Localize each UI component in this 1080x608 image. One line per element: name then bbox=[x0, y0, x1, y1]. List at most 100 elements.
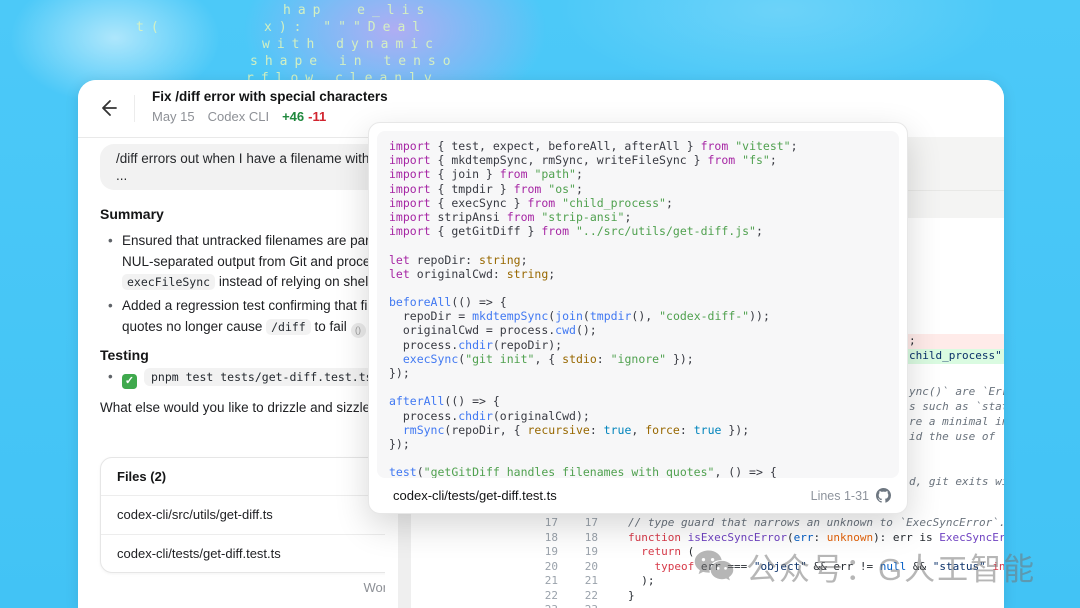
file-path: codex-cli/src/utils/get-diff.ts bbox=[117, 496, 273, 534]
task-meta: May 15 Codex CLI +46 -11 bbox=[152, 109, 326, 124]
screen: { "colors":{"page_blue":"#45c7f7","add_g… bbox=[0, 0, 1080, 608]
code-line: }); bbox=[389, 366, 887, 380]
check-passed-icon: ✓ bbox=[122, 374, 137, 389]
code-line: import { execSync } from "child_process"… bbox=[389, 196, 887, 210]
diff-row: 2323 bbox=[385, 603, 1004, 608]
code-line: rmSync(repoDir, { recursive: true, force… bbox=[389, 423, 887, 437]
file-path: codex-cli/tests/get-diff.test.ts bbox=[117, 535, 281, 573]
diff-panel-subheader-box bbox=[906, 190, 1004, 218]
diff-sliver-line: ync()` are `Err bbox=[906, 385, 1004, 400]
old-line-number: 19 bbox=[520, 545, 558, 560]
summary-text: quotes no longer cause bbox=[122, 319, 266, 334]
banner-code-text: t( bbox=[136, 20, 166, 35]
code-line: process.chdir(repoDir); bbox=[389, 338, 887, 352]
summary-line: execFileSync instead of relying on shell… bbox=[122, 273, 382, 291]
inline-code-chip: /diff bbox=[266, 319, 311, 335]
code-line: repoDir = mkdtempSync(join(tmpdir(), "co… bbox=[389, 309, 887, 323]
diff-sliver-line: s such as `stat bbox=[906, 400, 1004, 415]
code-reference-chip[interactable]: () bbox=[351, 323, 366, 338]
code-line: let originalCwd: string; bbox=[389, 267, 887, 281]
code-line: let repoDir: string; bbox=[389, 253, 887, 267]
back-arrow-icon bbox=[97, 96, 121, 120]
diff-code bbox=[628, 603, 635, 608]
summary-line: •Added a regression test confirming that… bbox=[108, 297, 378, 314]
old-line-number: 17 bbox=[520, 516, 558, 531]
code-line: }); bbox=[389, 437, 887, 451]
deletions-count: -11 bbox=[308, 109, 326, 124]
diff-sliver-line: child_process"; bbox=[906, 349, 1004, 364]
bullet-dot: • bbox=[108, 297, 122, 314]
code-line: import { join } from "path"; bbox=[389, 167, 887, 181]
prompt-ellipsis: ... bbox=[116, 168, 384, 185]
code-preview-block[interactable]: import { test, expect, beforeAll, afterA… bbox=[377, 131, 899, 478]
code-line: process.chdir(originalCwd); bbox=[389, 409, 887, 423]
user-prompt-box[interactable]: /diff errors out when I have a filename … bbox=[100, 144, 400, 190]
code-line: import { getGitDiff } from "../src/utils… bbox=[389, 224, 887, 238]
summary-heading: Summary bbox=[100, 206, 164, 222]
banner-code-text: x): """Deal bbox=[264, 20, 427, 35]
banner-code-text: hap e_lis bbox=[283, 3, 431, 18]
old-line-number: 21 bbox=[520, 574, 558, 589]
new-line-number: 21 bbox=[560, 574, 598, 589]
diff-row: 2222} bbox=[385, 589, 1004, 604]
new-line-number: 18 bbox=[560, 531, 598, 546]
additions-count: +46 bbox=[282, 109, 304, 124]
code-line: afterAll(() => { bbox=[389, 394, 887, 408]
popup-footer: codex-cli/tests/get-diff.test.ts Lines 1… bbox=[369, 478, 907, 513]
summary-line: •Ensured that untracked filenames are pa… bbox=[108, 232, 384, 249]
hero-banner: hap e_lis t( x): """Deal with dynamic shape … bbox=[0, 0, 1080, 90]
banner-code-text: shape in tenso bbox=[250, 54, 458, 69]
code-line: import { test, expect, beforeAll, afterA… bbox=[389, 139, 887, 153]
code-line bbox=[389, 281, 887, 295]
new-line-number: 20 bbox=[560, 560, 598, 575]
code-line: import { mkdtempSync, rmSync, writeFileS… bbox=[389, 153, 887, 167]
diff-row: 1717// type guard that narrows an unknow… bbox=[385, 516, 1004, 531]
diff-code: return ( bbox=[628, 545, 694, 560]
code-line: test("getGitDiff handles filenames with … bbox=[389, 465, 887, 478]
summary-text: instead of relying on shell q bbox=[215, 274, 382, 289]
new-line-number: 23 bbox=[560, 603, 598, 608]
summary-line: •✓pnpm test tests/get-diff.test.ts › bbox=[108, 368, 398, 389]
banner-code-text: with dynamic bbox=[262, 37, 440, 52]
code-line: import { tmpdir } from "os"; bbox=[389, 182, 887, 196]
summary-text: NUL-separated output from Git and proces bbox=[122, 254, 377, 269]
old-line-number: 22 bbox=[520, 589, 558, 604]
old-line-number: 20 bbox=[520, 560, 558, 575]
page-title: Fix /diff error with special characters bbox=[152, 89, 388, 104]
code-line: originalCwd = process.cwd(); bbox=[389, 323, 887, 337]
summary-text: Added a regression test confirming that … bbox=[122, 298, 378, 313]
diff-code: function isExecSyncError(err: unknown): … bbox=[628, 531, 1004, 546]
code-line bbox=[389, 380, 887, 394]
code-line bbox=[389, 238, 887, 252]
diff-code: } bbox=[628, 589, 635, 604]
new-line-number: 22 bbox=[560, 589, 598, 604]
prompt-text: /diff errors out when I have a filename … bbox=[116, 151, 384, 168]
summary-text: Ensured that untracked filenames are par… bbox=[122, 233, 384, 248]
task-app: Codex CLI bbox=[208, 109, 269, 124]
summary-line: quotes no longer cause /diff to fail () bbox=[122, 318, 366, 338]
diff-panel-header-box bbox=[906, 137, 1004, 190]
code-line: import stripAnsi from "strip-ansi"; bbox=[389, 210, 887, 224]
diff-row: 1818 function isExecSyncError(err: unknow… bbox=[385, 531, 1004, 546]
summary-line: NUL-separated output from Git and proces bbox=[122, 253, 377, 270]
inline-code-chip: execFileSync bbox=[122, 274, 215, 290]
bullet-dot: • bbox=[108, 368, 122, 385]
popup-line-range: Lines 1-31 bbox=[811, 488, 891, 503]
diff-code: typeof err === "object" && err != null &… bbox=[628, 560, 1004, 575]
test-command-pill[interactable]: pnpm test tests/get-diff.test.ts bbox=[144, 368, 380, 386]
github-icon bbox=[876, 488, 891, 503]
back-button[interactable] bbox=[97, 96, 121, 120]
diff-sliver-line: ; bbox=[906, 334, 1004, 349]
task-date: May 15 bbox=[152, 109, 195, 124]
diff-row: 1919 return ( bbox=[385, 545, 1004, 560]
code-line bbox=[389, 451, 887, 465]
diff-row: 2121 ); bbox=[385, 574, 1004, 589]
code-line: beforeAll(() => { bbox=[389, 295, 887, 309]
code-preview-popup: import { test, expect, beforeAll, afterA… bbox=[368, 122, 908, 514]
diff-sliver-line: re a minimal in bbox=[906, 415, 1004, 430]
diff-row: 2020 typeof err === "object" && err != n… bbox=[385, 560, 1004, 575]
old-line-number: 23 bbox=[520, 603, 558, 608]
old-line-number: 18 bbox=[520, 531, 558, 546]
diff-sliver-line: d, git exits wi bbox=[906, 475, 1004, 490]
popup-file-path[interactable]: codex-cli/tests/get-diff.test.ts bbox=[393, 488, 557, 503]
